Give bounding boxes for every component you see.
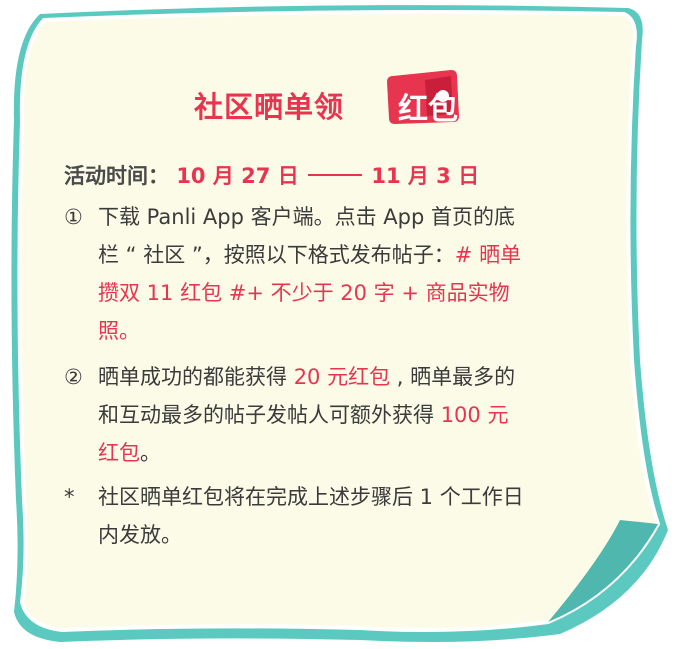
rule-line: 和互动最多的帖子发帖人可额外获得 100 元 (98, 396, 638, 434)
highlight-text: 攒双 11 红包 #+ 不少于 20 字 + 商品实物 (98, 281, 510, 305)
activity-time: 活动时间： 10 月 27 日 11 月 3 日 (64, 160, 479, 190)
rule-segment: 。 (140, 441, 161, 465)
rule-text: 晒单成功的都能获得 20 元红包 , 晒单最多的 和互动最多的帖子发帖人可额外获得… (98, 358, 638, 472)
rule-segment: 下载 Panli App 客户端。点击 App 首页的底 (98, 205, 515, 229)
rule-text: 下载 Panli App 客户端。点击 App 首页的底栏 “ 社区 ”，按照以… (98, 198, 638, 350)
highlight-text: 100 元 (440, 403, 509, 427)
rule-line: 内发放。 (98, 516, 638, 554)
highlight-text: 照。 (98, 319, 140, 343)
badge-label: 红包 (398, 92, 458, 127)
highlight-text: 20 元红包 (293, 365, 391, 389)
title-row: 社区晒单领 红包 (0, 64, 678, 134)
page-title: 社区晒单领 (194, 90, 345, 124)
rule-line: 红包。 (98, 434, 638, 472)
time-start: 10 月 27 日 (176, 164, 299, 188)
rule-text: 社区晒单红包将在完成上述步骤后 1 个工作日 内发放。 (98, 478, 638, 554)
rule-marker: ① (64, 205, 83, 229)
rule-segment: 晒单成功的都能获得 (98, 365, 294, 389)
rule-line: 社区晒单红包将在完成上述步骤后 1 个工作日 (98, 478, 638, 516)
rule-line: 下载 Panli App 客户端。点击 App 首页的底 (98, 198, 638, 236)
rule-line: 攒双 11 红包 #+ 不少于 20 字 + 商品实物 (98, 274, 638, 312)
rule-segment: 社区晒单红包将在完成上述步骤后 1 个工作日 (98, 485, 524, 509)
rule-segment: , 晒单最多的 (390, 365, 516, 389)
rule-segment: 栏 “ 社区 ”，按照以下格式发布帖子： (98, 243, 455, 267)
time-dash (308, 174, 363, 176)
rule-line: 照。 (98, 312, 638, 350)
rule-segment: 和互动最多的帖子发帖人可额外获得 (98, 403, 441, 427)
time-label: 活动时间： (64, 164, 169, 188)
time-end: 11 月 3 日 (371, 164, 480, 188)
rule-segment: 内发放。 (98, 523, 182, 547)
highlight-text: # 晒单 (454, 243, 522, 267)
highlight-text: 红包 (98, 441, 140, 465)
rule-line: 晒单成功的都能获得 20 元红包 , 晒单最多的 (98, 358, 638, 396)
rule-line: 栏 “ 社区 ”，按照以下格式发布帖子：# 晒单 (98, 236, 638, 274)
rule-marker: ② (64, 365, 83, 389)
rule-marker: * (64, 485, 75, 509)
